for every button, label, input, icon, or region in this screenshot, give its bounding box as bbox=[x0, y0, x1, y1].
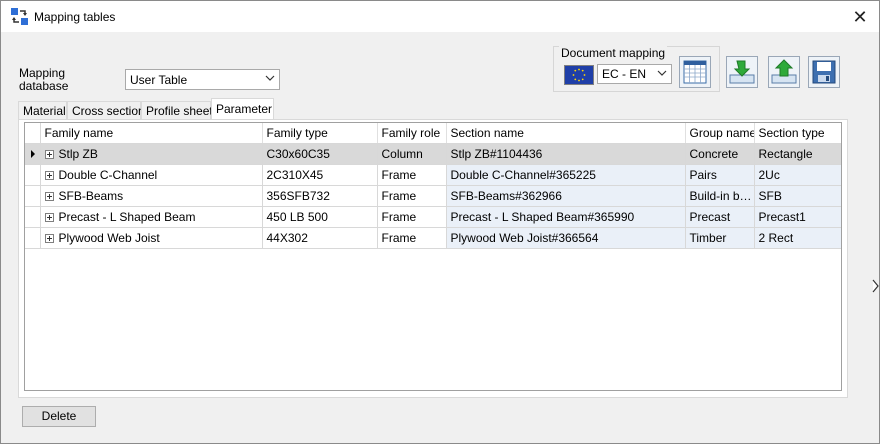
table-button[interactable] bbox=[679, 56, 711, 88]
delete-button[interactable]: Delete bbox=[22, 406, 96, 427]
cell-section-name[interactable]: Double C-Channel#365225 bbox=[446, 164, 686, 186]
cell-section-type[interactable]: 2Uc bbox=[754, 164, 841, 186]
save-button[interactable] bbox=[808, 56, 840, 88]
tab-parameter[interactable]: Parameter bbox=[211, 98, 274, 119]
cell-group-name[interactable]: Pairs bbox=[685, 164, 755, 186]
mapping-tables-window: Mapping tables ✕ Mapping database User T… bbox=[0, 0, 880, 444]
cell-section-name[interactable]: Precast - L Shaped Beam#365990 bbox=[446, 206, 686, 228]
cell-family-role[interactable]: Frame bbox=[377, 164, 447, 186]
row-indicator bbox=[25, 143, 41, 165]
table-row[interactable]: Double C-Channel 2C310X45 Frame Double C… bbox=[25, 164, 841, 186]
cell-family-name-text: Plywood Web Joist bbox=[58, 231, 160, 245]
column-header-group-name[interactable]: Group name bbox=[685, 123, 755, 144]
cell-family-type[interactable]: 356SFB732 bbox=[262, 185, 378, 207]
cell-family-name-text: SFB-Beams bbox=[58, 189, 124, 203]
cell-section-name[interactable]: Stlp ZB#1104436 bbox=[446, 143, 686, 165]
table-row[interactable]: Precast - L Shaped Beam 450 LB 500 Frame… bbox=[25, 206, 841, 228]
expand-icon[interactable] bbox=[44, 192, 54, 201]
cell-section-type[interactable]: Rectangle bbox=[754, 143, 841, 165]
cell-family-role[interactable]: Column bbox=[377, 143, 447, 165]
expand-icon[interactable] bbox=[44, 171, 54, 180]
export-icon bbox=[771, 59, 797, 84]
table-icon bbox=[683, 60, 707, 84]
tab-cross-section[interactable]: Cross section bbox=[67, 101, 145, 119]
row-indicator bbox=[25, 227, 41, 249]
parameter-grid[interactable]: Family name Family type Family role Sect… bbox=[24, 122, 842, 391]
database-label: Mapping database bbox=[19, 66, 69, 93]
expand-icon[interactable] bbox=[44, 234, 54, 243]
import-icon bbox=[729, 60, 755, 84]
cell-section-type[interactable]: Precast1 bbox=[754, 206, 841, 228]
column-header-family-type[interactable]: Family type bbox=[262, 123, 378, 144]
cell-family-type[interactable]: C30x60C35 bbox=[262, 143, 378, 165]
document-mapping-label: Document mapping bbox=[559, 46, 668, 60]
cell-family-name[interactable]: Precast - L Shaped Beam bbox=[40, 206, 263, 228]
chevron-down-icon bbox=[265, 75, 275, 81]
cell-family-name[interactable]: Plywood Web Joist bbox=[40, 227, 263, 249]
document-mapping-select[interactable]: EC - EN bbox=[597, 64, 672, 84]
window-title: Mapping tables bbox=[34, 10, 116, 24]
column-header-section-type[interactable]: Section type bbox=[754, 123, 841, 144]
database-select[interactable]: User Table bbox=[125, 69, 280, 90]
cell-group-name[interactable]: Timber bbox=[685, 227, 755, 249]
cell-group-name[interactable]: Concrete bbox=[685, 143, 755, 165]
cell-family-name[interactable]: SFB-Beams bbox=[40, 185, 263, 207]
row-header-corner bbox=[25, 123, 41, 144]
expand-icon[interactable] bbox=[44, 150, 54, 159]
cell-family-name[interactable]: Double C-Channel bbox=[40, 164, 263, 186]
resize-cursor-icon bbox=[872, 279, 879, 293]
eu-flag-icon bbox=[564, 65, 594, 85]
save-icon bbox=[812, 60, 836, 84]
cell-family-role[interactable]: Frame bbox=[377, 227, 447, 249]
cell-family-type[interactable]: 450 LB 500 bbox=[262, 206, 378, 228]
expand-icon[interactable] bbox=[44, 213, 54, 222]
document-mapping-value: EC - EN bbox=[602, 67, 647, 81]
cell-family-role[interactable]: Frame bbox=[377, 206, 447, 228]
app-icon bbox=[11, 8, 28, 25]
row-indicator bbox=[25, 164, 41, 186]
column-header-family-name[interactable]: Family name bbox=[40, 123, 263, 144]
table-row[interactable]: Plywood Web Joist 44X302 Frame Plywood W… bbox=[25, 227, 841, 249]
cell-family-name-text: Precast - L Shaped Beam bbox=[58, 210, 196, 224]
export-button[interactable] bbox=[768, 56, 800, 88]
cell-section-name[interactable]: Plywood Web Joist#366564 bbox=[446, 227, 686, 249]
cell-section-name[interactable]: SFB-Beams#362966 bbox=[446, 185, 686, 207]
column-header-section-name[interactable]: Section name bbox=[446, 123, 686, 144]
cell-group-name[interactable]: Build-in be... bbox=[685, 185, 755, 207]
tab-profile-sheet[interactable]: Profile sheet bbox=[141, 101, 213, 119]
tab-material[interactable]: Material bbox=[18, 101, 67, 119]
close-icon[interactable]: ✕ bbox=[849, 6, 871, 28]
cell-section-type[interactable]: 2 Rect bbox=[754, 227, 841, 249]
import-button[interactable] bbox=[726, 56, 758, 88]
cell-family-name-text: Double C-Channel bbox=[58, 168, 158, 182]
cell-family-name[interactable]: Stlp ZB bbox=[40, 143, 263, 165]
current-row-arrow-icon bbox=[31, 150, 35, 158]
cell-section-type[interactable]: SFB bbox=[754, 185, 841, 207]
table-row[interactable]: SFB-Beams 356SFB732 Frame SFB-Beams#3629… bbox=[25, 185, 841, 207]
chevron-down-icon bbox=[657, 70, 667, 76]
row-indicator bbox=[25, 185, 41, 207]
title-bar: Mapping tables ✕ bbox=[1, 1, 879, 32]
cell-group-name[interactable]: Precast bbox=[685, 206, 755, 228]
cell-family-name-text: Stlp ZB bbox=[58, 147, 98, 161]
cell-family-type[interactable]: 44X302 bbox=[262, 227, 378, 249]
database-select-value: User Table bbox=[130, 73, 188, 87]
table-row[interactable]: Stlp ZB C30x60C35 Column Stlp ZB#1104436… bbox=[25, 143, 841, 165]
cell-family-role[interactable]: Frame bbox=[377, 185, 447, 207]
grid-header-row: Family name Family type Family role Sect… bbox=[25, 123, 841, 144]
cell-family-type[interactable]: 2C310X45 bbox=[262, 164, 378, 186]
row-indicator bbox=[25, 206, 41, 228]
column-header-family-role[interactable]: Family role bbox=[377, 123, 447, 144]
